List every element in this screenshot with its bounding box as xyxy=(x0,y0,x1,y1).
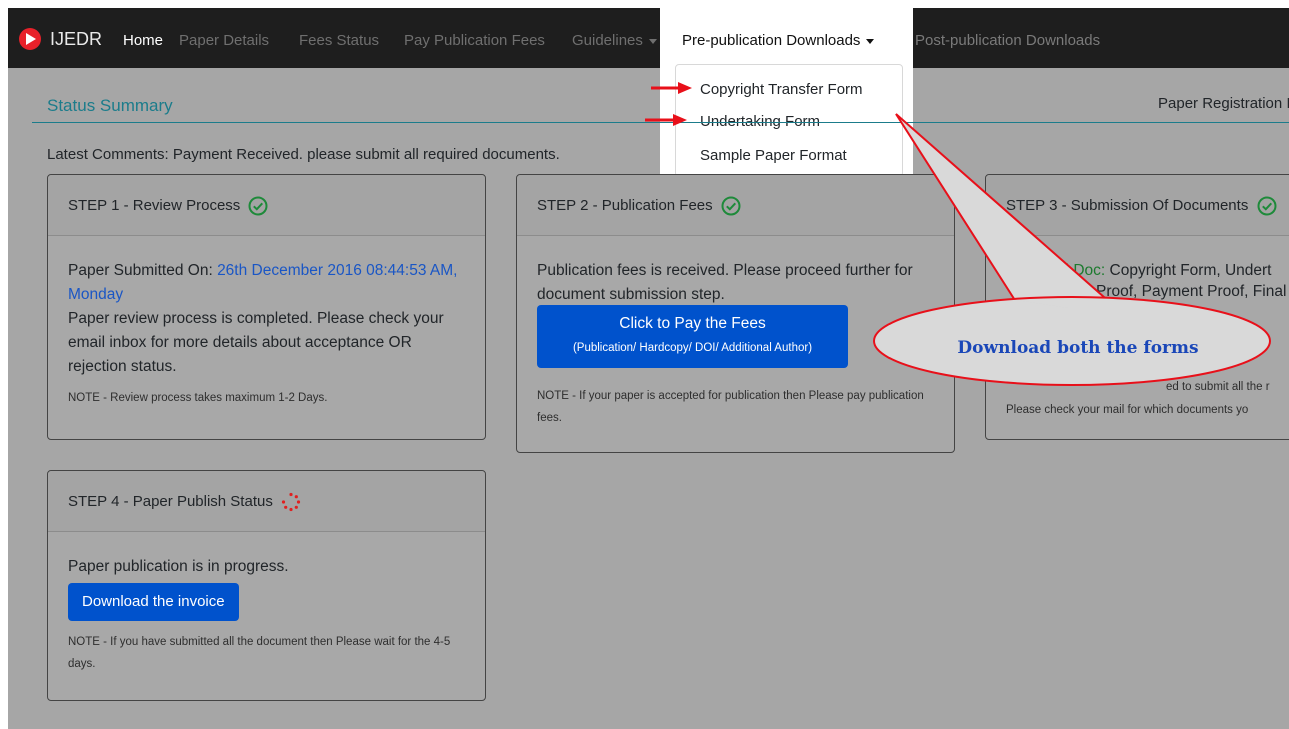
annotation-overlay xyxy=(645,82,1271,386)
browser-viewport: IJEDR Home Paper Details Fees Status Pay… xyxy=(8,8,1289,729)
callout-text: Download both the forms xyxy=(957,338,1199,358)
arrow-head-icon xyxy=(678,82,692,94)
callout-tail xyxy=(895,113,1116,306)
arrow-head-icon xyxy=(673,114,687,126)
